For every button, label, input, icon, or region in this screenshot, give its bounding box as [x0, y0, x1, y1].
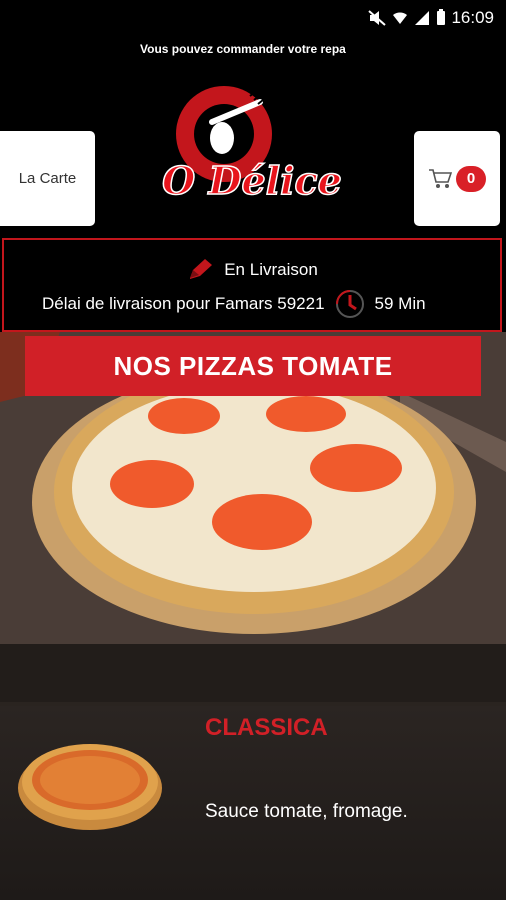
- product-description: Sauce tomate, fromage.: [205, 801, 408, 822]
- brand-logo[interactable]: O Délice: [152, 82, 356, 212]
- category-title: NOS PIZZAS TOMATE: [25, 336, 481, 396]
- signal-icon: [415, 10, 429, 25]
- cart-count-badge: 0: [456, 165, 486, 192]
- clock-icon: [335, 290, 364, 318]
- battery-icon: [437, 9, 445, 25]
- delivery-delay-value: 59 Min: [374, 294, 426, 313]
- product-image[interactable]: [16, 732, 164, 832]
- mute-icon: [368, 9, 386, 26]
- cart-button[interactable]: 0: [414, 131, 500, 226]
- menu-button[interactable]: La Carte: [0, 131, 95, 226]
- delivery-delay-row: Délai de livraison pour Famars 59221 59 …: [42, 287, 426, 321]
- delivery-mode-label: En Livraison: [224, 260, 318, 279]
- list-header-stripe: [0, 644, 506, 702]
- delivery-mode-row[interactable]: En Livraison: [4, 258, 500, 282]
- menu-button-label: La Carte: [18, 170, 77, 187]
- status-icons: [368, 9, 446, 26]
- clock: 16:09: [451, 8, 494, 27]
- pencil-icon: [190, 259, 213, 279]
- brand-name: O Délice: [162, 158, 342, 203]
- wifi-icon: [393, 11, 407, 24]
- status-bar: 16:09: [0, 0, 506, 34]
- delivery-panel[interactable]: En Livraison Délai de livraison pour Fam…: [2, 238, 502, 332]
- marquee-text: Vous pouvez commander votre repa: [140, 42, 346, 56]
- delivery-delay-text: Délai de livraison pour Famars 59221: [42, 294, 325, 313]
- product-name[interactable]: CLASSICA: [205, 714, 328, 742]
- cart-icon: [429, 168, 452, 188]
